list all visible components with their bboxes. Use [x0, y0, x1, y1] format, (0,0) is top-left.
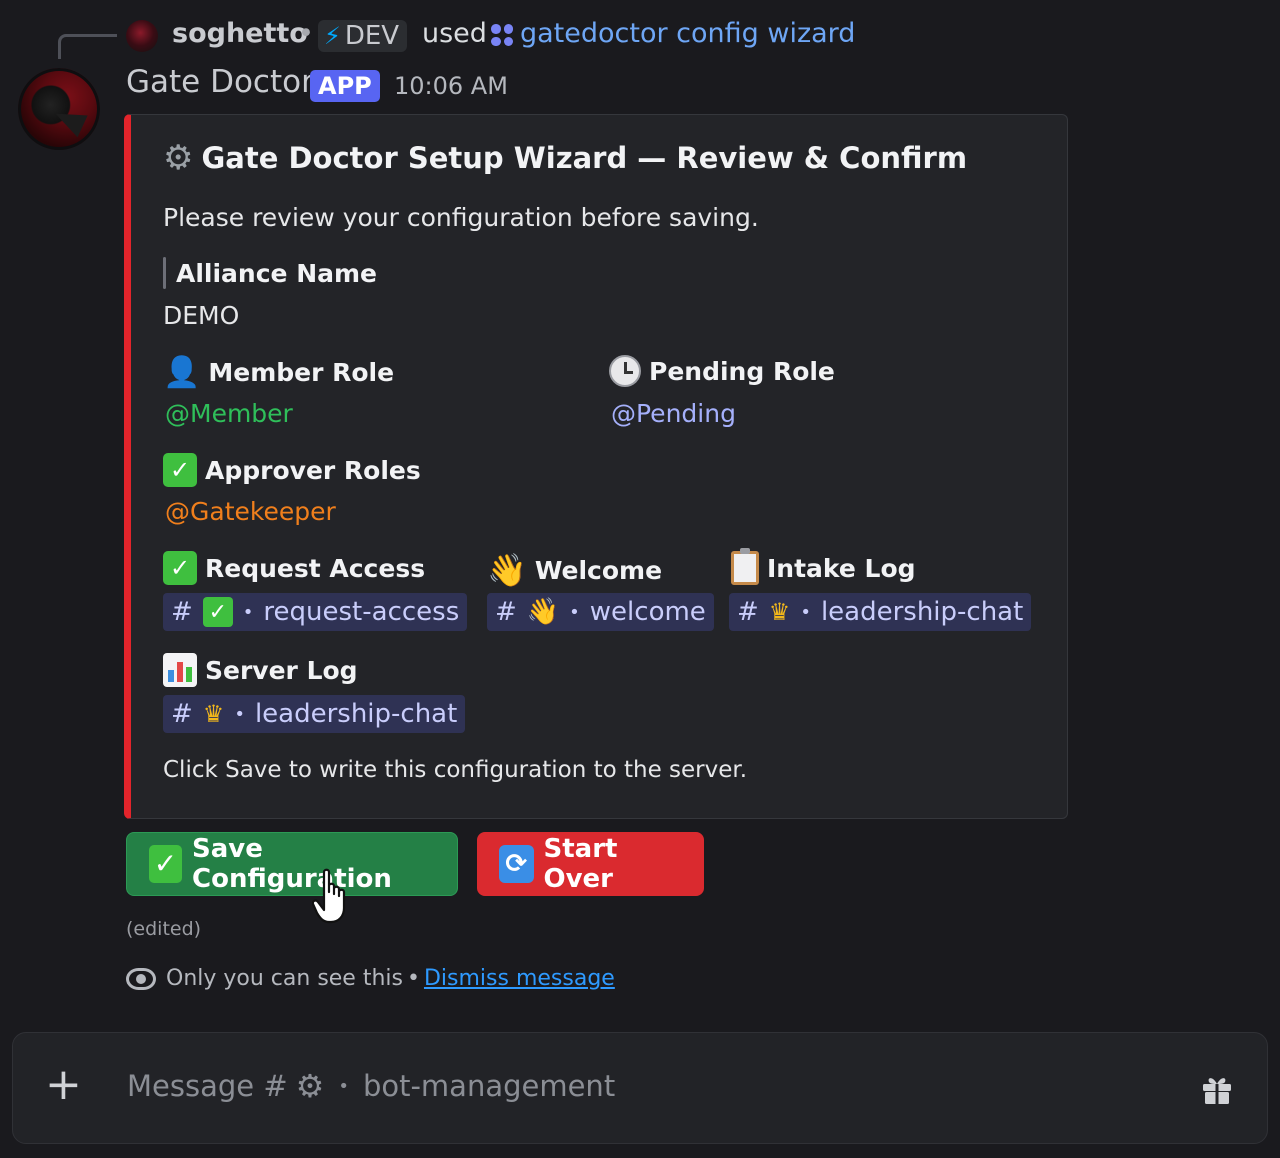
reply-avatar[interactable] — [126, 20, 158, 52]
approver-role-mention[interactable]: @Gatekeeper — [165, 497, 336, 526]
channel-name: request-access — [263, 597, 460, 627]
ephemeral-separator: • — [406, 966, 420, 991]
app-root: soghetto • ⚡ DEV used gatedoctor config … — [0, 0, 1280, 1158]
field-intake-log: Intake Log — [731, 548, 916, 585]
dev-tag[interactable]: ⚡ DEV — [318, 20, 408, 52]
separator-dot: • — [800, 601, 811, 623]
gear-icon: ⚙ — [163, 138, 194, 178]
placeholder-separator: • — [338, 1075, 349, 1097]
refresh-icon: ⟳ — [499, 845, 534, 883]
hash-icon: # — [171, 699, 193, 729]
plague-mask-icon — [50, 102, 88, 138]
separator-dot: • — [242, 601, 254, 623]
pending-role-mention[interactable]: @Pending — [611, 399, 736, 428]
separator-dot: • — [234, 703, 245, 725]
crown-icon: ♛ — [202, 700, 225, 728]
message-composer[interactable]: + Message # ⚙ • bot-management — [12, 1032, 1268, 1144]
channel-mention-intake-log[interactable]: # ♛ • leadership-chat — [729, 593, 1032, 631]
bolt-icon: ⚡ — [324, 22, 341, 50]
bar-chart-icon — [163, 653, 197, 687]
ephemeral-text: Only you can see this — [166, 966, 403, 991]
reply-context[interactable]: soghetto • ⚡ DEV used gatedoctor config … — [0, 18, 1280, 59]
field-request-access: ✓ Request Access — [163, 551, 425, 585]
gear-icon: ⚙ — [295, 1067, 325, 1105]
waving-hand-icon: 👋 — [526, 597, 560, 627]
field-intake-log-label: Intake Log — [767, 553, 916, 583]
dismiss-message-link[interactable]: Dismiss message — [424, 966, 615, 991]
message-author[interactable]: Gate Doctor — [126, 64, 314, 100]
reply-spine — [58, 34, 117, 59]
person-icon: 👤 — [163, 355, 201, 390]
eye-icon — [126, 967, 156, 990]
hash-icon: # — [495, 597, 517, 627]
field-welcome-label: Welcome — [534, 555, 663, 585]
field-alliance-value: DEMO — [163, 301, 240, 330]
message-timestamp[interactable]: 10:06 AM — [394, 72, 508, 100]
save-configuration-button[interactable]: ✓ Save Configuration — [126, 832, 458, 896]
embed-title-text: Gate Doctor Setup Wizard — Review & Conf… — [201, 141, 968, 175]
bot-avatar[interactable] — [18, 68, 100, 150]
embed-title: ⚙ Gate Doctor Setup Wizard — Review & Co… — [163, 141, 967, 175]
message-input[interactable]: Message # ⚙ • bot-management — [127, 1069, 615, 1103]
hash-icon: # — [171, 597, 193, 627]
check-icon: ✓ — [149, 845, 182, 883]
field-member-role: 👤 Member Role — [163, 355, 394, 390]
channel-mention-server-log[interactable]: # ♛ • leadership-chat — [163, 695, 466, 733]
field-member-role-label: Member Role — [208, 358, 395, 387]
start-over-button[interactable]: ⟳ Start Over — [477, 832, 704, 896]
channel-name: welcome — [589, 597, 706, 627]
waving-hand-icon: 👋 — [487, 551, 527, 589]
crown-icon: ♛ — [768, 598, 791, 626]
field-approver-roles: ✓ Approver Roles — [163, 453, 421, 487]
embed-card: ⚙ Gate Doctor Setup Wizard — Review & Co… — [124, 114, 1068, 819]
embed-description: Please review your configuration before … — [163, 203, 759, 232]
member-role-mention[interactable]: @Member — [165, 399, 293, 428]
separator-dot: • — [569, 601, 580, 623]
reply-username[interactable]: soghetto — [172, 18, 308, 49]
app-command-icon — [491, 24, 513, 46]
hash-icon: # — [737, 597, 759, 627]
field-server-log-label: Server Log — [205, 655, 358, 685]
field-approver-roles-label: Approver Roles — [205, 455, 421, 485]
embed-footer: Click Save to write this configuration t… — [163, 757, 748, 783]
field-server-log: Server Log — [163, 653, 358, 687]
gift-icon[interactable] — [1201, 1073, 1233, 1105]
field-pending-role: Pending Role — [609, 355, 835, 387]
app-badge: APP — [310, 70, 380, 102]
field-pending-role-label: Pending Role — [649, 356, 835, 386]
channel-mention-welcome[interactable]: # 👋 • welcome — [487, 593, 714, 631]
check-icon: ✓ — [163, 453, 197, 487]
field-request-access-label: Request Access — [205, 553, 426, 583]
clipboard-icon — [731, 548, 759, 585]
placeholder-prefix: Message # — [127, 1069, 288, 1103]
reply-separator: • — [298, 18, 314, 49]
plus-icon[interactable]: + — [45, 1063, 82, 1107]
check-icon: ✓ — [202, 597, 233, 627]
channel-name: leadership-chat — [820, 597, 1024, 627]
reply-command-link[interactable]: gatedoctor config wizard — [520, 18, 855, 49]
reply-used-text: used — [422, 18, 487, 49]
channel-name: leadership-chat — [254, 699, 458, 729]
ephemeral-notice: Only you can see this • Dismiss message — [126, 966, 615, 991]
placeholder-channel: bot-management — [362, 1069, 616, 1103]
channel-mention-request-access[interactable]: # ✓ • request-access — [163, 593, 468, 631]
clock-icon — [609, 355, 641, 387]
hand-cursor-icon — [312, 868, 346, 924]
start-over-button-label: Start Over — [543, 834, 618, 894]
check-icon: ✓ — [163, 551, 197, 585]
dev-tag-label: DEV — [344, 21, 400, 51]
field-alliance-label: Alliance Name — [176, 258, 378, 288]
blockquote-bar — [163, 257, 166, 289]
field-welcome: 👋 Welcome — [487, 551, 662, 589]
field-alliance-name: Alliance Name — [163, 257, 377, 289]
edited-label: (edited) — [126, 918, 202, 940]
